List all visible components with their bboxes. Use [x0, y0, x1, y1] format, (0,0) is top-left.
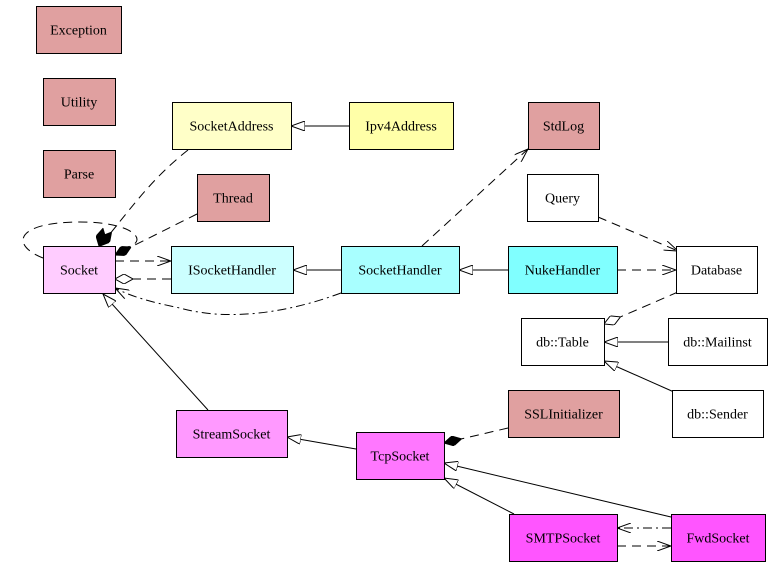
class-name: Query — [545, 192, 580, 207]
class-name: FwdSocket — [687, 532, 750, 547]
class-name: SSLInitializer — [524, 408, 603, 423]
edge-sockethandler-stdlog — [421, 149, 528, 247]
class-name: Database — [691, 264, 742, 279]
class-name: SocketHandler — [358, 264, 442, 279]
class-node-dbmailinst[interactable]: db::Mailinst — [668, 318, 768, 366]
class-node-thread[interactable]: Thread — [197, 174, 270, 222]
class-node-dbsender[interactable]: db::Sender — [672, 390, 764, 438]
edge-database-dbtable — [604, 291, 679, 324]
class-node-isockethandler[interactable]: ISocketHandler — [171, 246, 294, 294]
class-name: Socket — [60, 264, 98, 279]
class-node-socket[interactable]: Socket — [43, 246, 116, 294]
edge-tcpsocket-streamsocket — [287, 437, 357, 450]
class-name: StdLog — [543, 120, 584, 135]
class-name: Thread — [213, 192, 253, 207]
edge-sslinitializer-tcpsocket — [444, 427, 509, 443]
class-name: NukeHandler — [525, 264, 601, 279]
class-node-streamsocket[interactable]: StreamSocket — [176, 410, 288, 458]
class-node-socketaddress[interactable]: SocketAddress — [172, 102, 292, 150]
class-node-nukehandler[interactable]: NukeHandler — [508, 246, 618, 294]
edge-streamsocket-socket — [103, 294, 209, 411]
class-name: StreamSocket — [193, 428, 271, 443]
class-name: SocketAddress — [190, 120, 274, 135]
class-node-database[interactable]: Database — [676, 246, 758, 294]
edge-fwdsocket-tcpsocket — [444, 463, 672, 518]
class-node-parse[interactable]: Parse — [43, 150, 116, 198]
class-node-exception[interactable]: Exception — [36, 6, 122, 54]
class-name: db::Mailinst — [683, 336, 752, 351]
class-name: ISocketHandler — [188, 264, 276, 279]
edge-query-database — [597, 216, 678, 251]
class-name: Ipv4Address — [365, 120, 437, 135]
class-name: Exception — [50, 24, 107, 39]
nodes: Exception Utility Parse SocketAddress Ipv4Ad… — [36, 6, 768, 562]
class-node-query[interactable]: Query — [527, 174, 599, 222]
class-name: db::Sender — [687, 408, 748, 423]
class-node-tcpsocket[interactable]: TcpSocket — [356, 432, 445, 480]
edge-smtpsocket-tcpsocket — [444, 478, 515, 515]
class-node-stdlog[interactable]: StdLog — [528, 102, 600, 150]
class-name: SMTPSocket — [526, 532, 601, 547]
class-node-smtpsocket[interactable]: SMTPSocket — [509, 514, 618, 562]
class-name: db::Table — [536, 336, 589, 351]
class-node-fwdsocket[interactable]: FwdSocket — [671, 514, 766, 562]
class-node-utility[interactable]: Utility — [43, 78, 116, 126]
class-diagram: Exception Utility Parse SocketAddress Ipv4Ad… — [22, 6, 768, 562]
class-node-sockethandler[interactable]: SocketHandler — [341, 246, 460, 294]
class-node-sslinitializer[interactable]: SSLInitializer — [508, 390, 620, 438]
class-name: Parse — [64, 168, 94, 183]
class-name: Utility — [61, 96, 98, 111]
class-node-dbtable[interactable]: db::Table — [521, 318, 605, 366]
edge-dbsender-dbtable — [604, 361, 675, 393]
class-name: TcpSocket — [371, 450, 430, 465]
class-node-ipv4address[interactable]: Ipv4Address — [349, 102, 454, 150]
